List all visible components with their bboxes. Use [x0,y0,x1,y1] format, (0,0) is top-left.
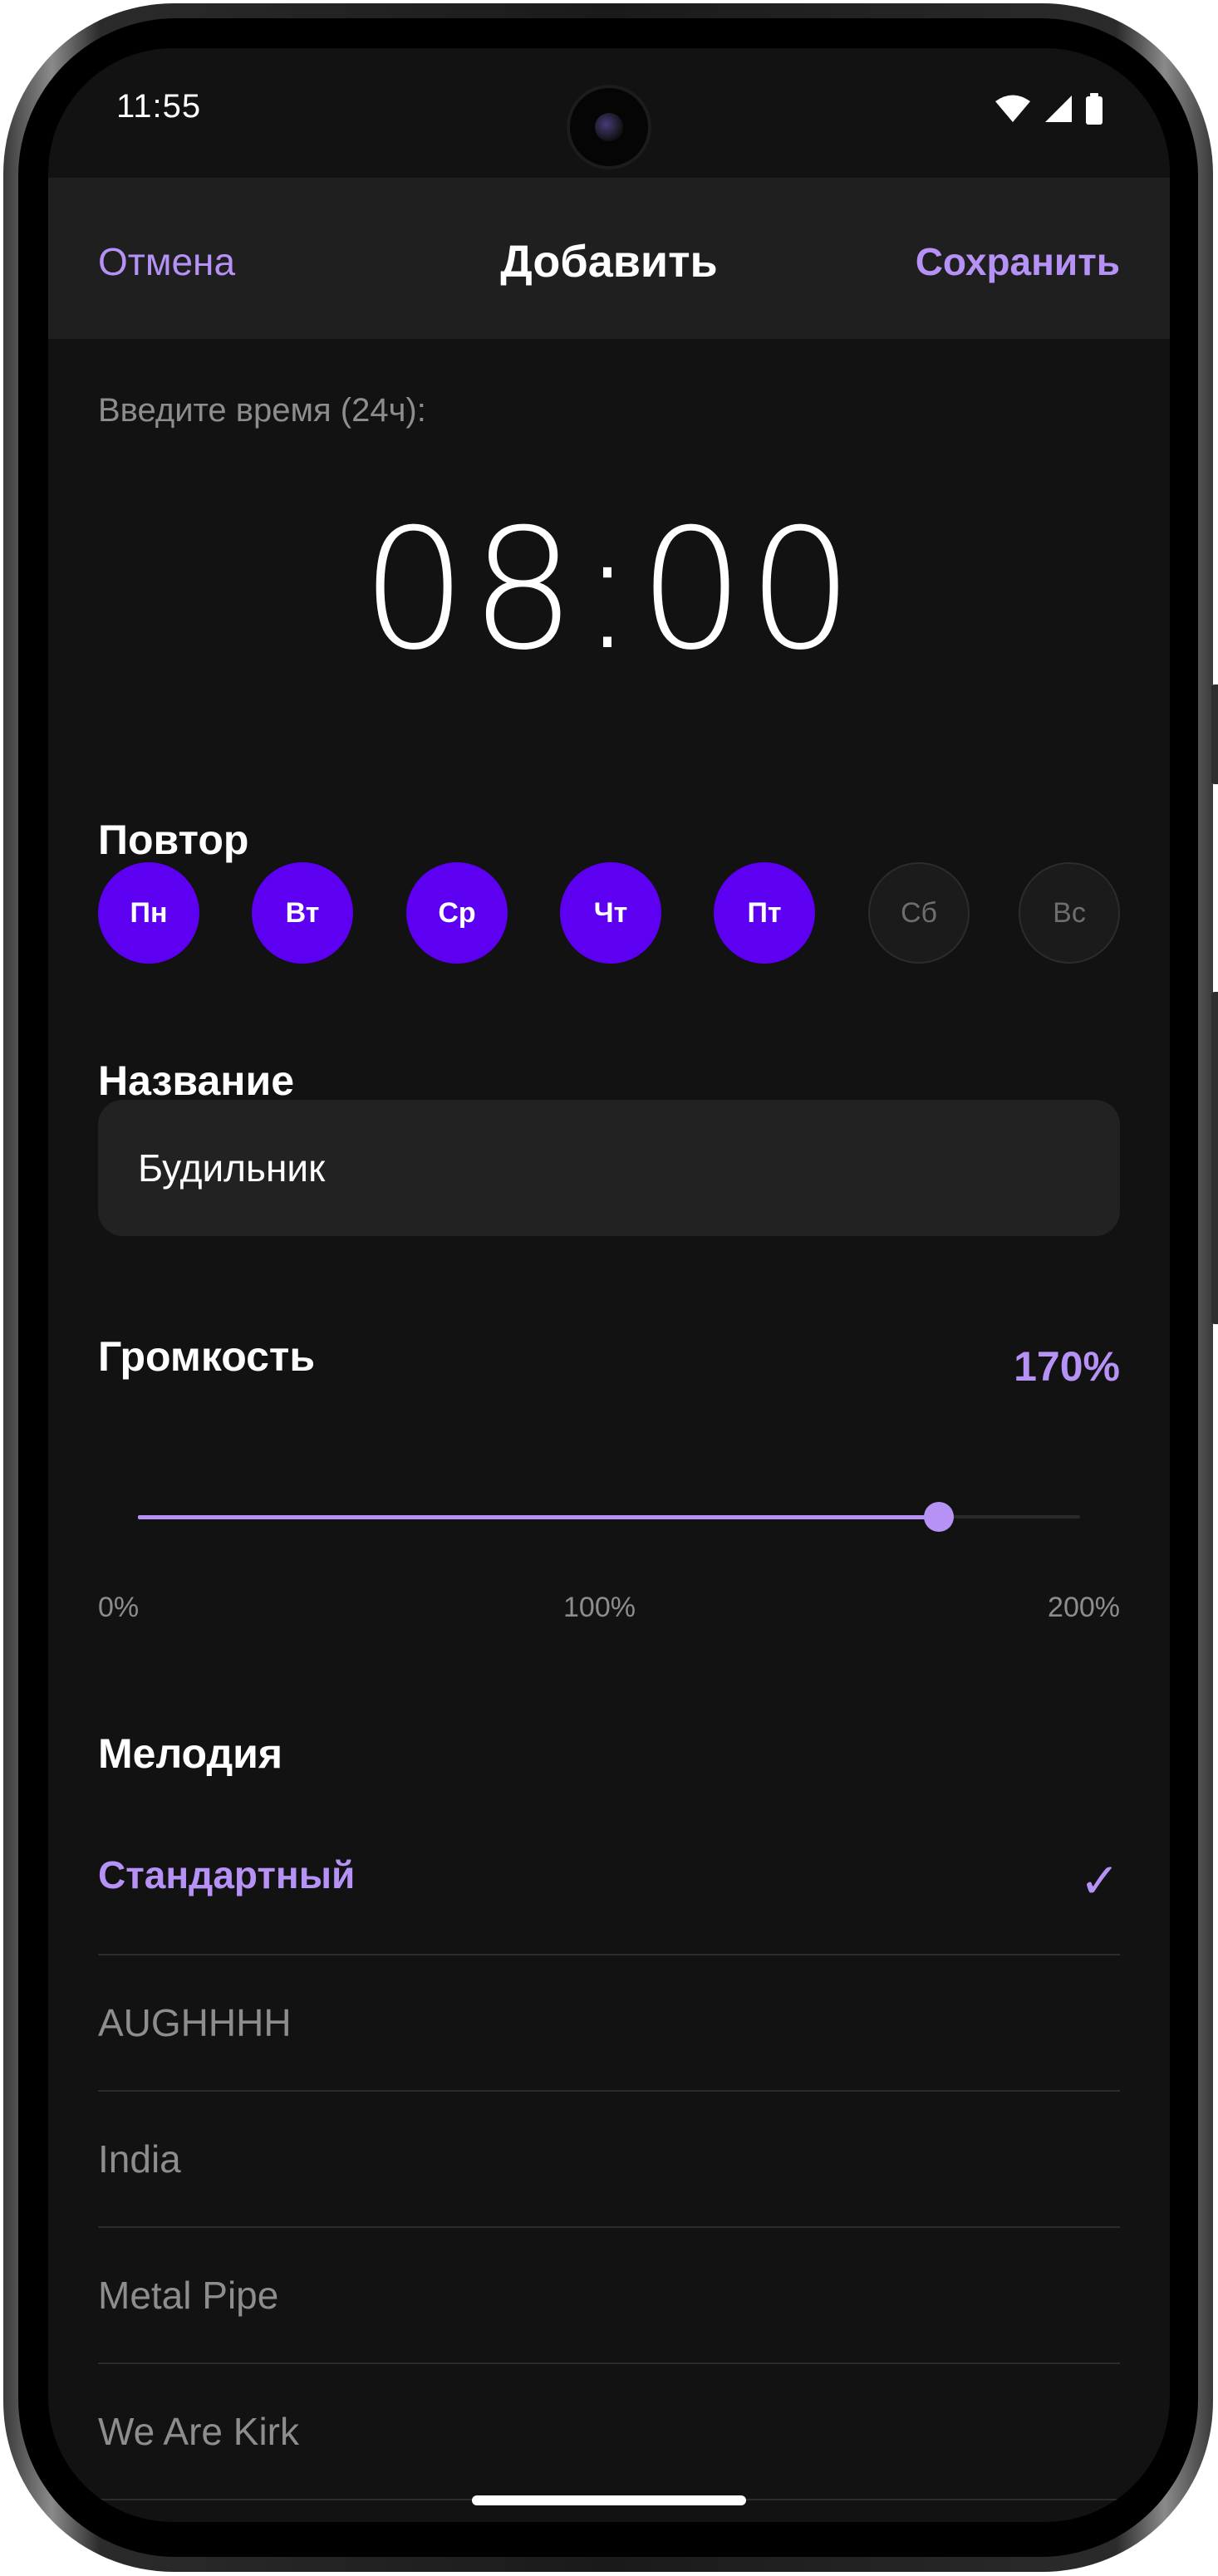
side-button [1211,684,1218,784]
melody-item-label: Стандартный [98,1853,356,1896]
melody-section-title: Мелодия [98,1730,283,1777]
battery-icon [1086,93,1103,125]
melody-item-label: We Are Kirk [98,2410,299,2453]
status-time: 11:55 [116,88,202,125]
day-toggle-fri[interactable]: Пт [714,862,815,964]
save-button[interactable]: Сохранить [916,239,1120,284]
top-navigation-bar: Отмена Добавить Сохранить [48,178,1170,339]
melody-item-india[interactable]: India [98,2092,1120,2228]
day-toggle-thu[interactable]: Чт [560,862,661,964]
checkmark-icon: ✓ [1079,1854,1120,1908]
app-screen: 11:55 Отмена Добавить Сохранить Введите … [48,48,1170,2522]
day-toggle-sat[interactable]: Сб [868,862,970,964]
time-input[interactable]: 08:00 [48,493,1170,687]
volume-slider-thumb[interactable] [923,1502,954,1532]
day-toggle-tue[interactable]: Вт [252,862,353,964]
alarm-name-input[interactable]: Будильник [98,1100,1120,1236]
melody-item-aughhhh[interactable]: AUGHHHH [98,1955,1120,2092]
melody-item-metal-pipe[interactable]: Metal Pipe [98,2228,1120,2364]
repeat-days-selector: Пн Вт Ср Чт Пт Сб Вс [98,862,1120,965]
melody-item-we-are-kirk[interactable]: We Are Kirk [98,2364,1120,2500]
volume-tick-mid: 100% [563,1592,636,1623]
alarm-name-value: Будильник [138,1146,326,1190]
volume-section-title: Громкость [98,1333,316,1380]
volume-tick-min: 0% [98,1592,140,1623]
day-toggle-wed[interactable]: Ср [406,862,508,964]
melody-item-label: Metal Pipe [98,2274,279,2317]
melody-item-standard[interactable]: Стандартный ✓ [98,1852,1120,1955]
melody-item-label: India [98,2137,181,2181]
day-toggle-mon[interactable]: Пн [98,862,199,964]
status-icons [994,93,1103,125]
side-button [1211,992,1218,1324]
volume-slider-fill [138,1515,939,1519]
status-bar: 11:55 [48,48,1170,181]
wifi-icon [995,95,1030,122]
home-indicator[interactable] [472,2495,746,2505]
volume-tick-max: 200% [1048,1592,1120,1623]
day-toggle-sun[interactable]: Вс [1019,862,1120,964]
volume-value: 170% [1014,1343,1120,1390]
volume-slider[interactable] [138,1497,1080,1537]
name-section-title: Название [98,1057,295,1104]
front-camera [570,88,648,166]
repeat-section-title: Повтор [98,817,249,863]
melody-item-label: AUGHHHH [98,2001,292,2044]
time-input-label: Введите время (24ч): [98,392,426,429]
cellular-signal-icon [1045,96,1072,122]
melody-list: Стандартный ✓ AUGHHHH India Metal Pipe W… [98,1852,1120,2500]
